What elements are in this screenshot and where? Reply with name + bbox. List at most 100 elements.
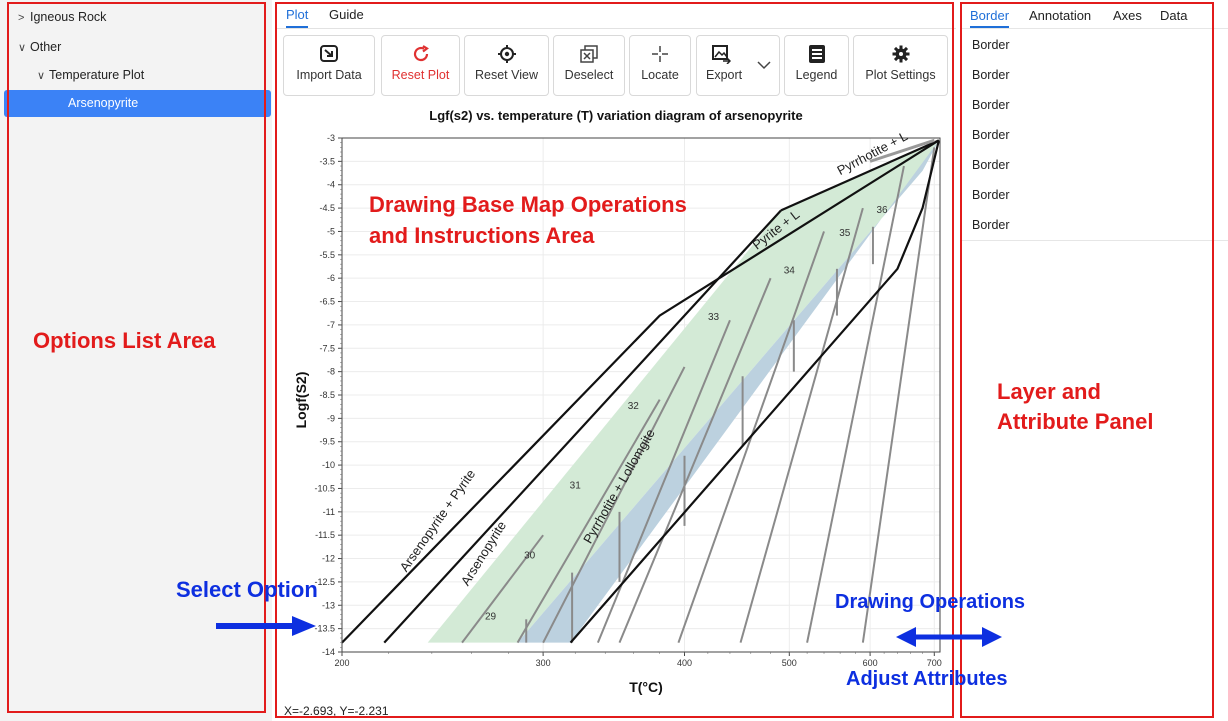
chevron-right-icon: > <box>18 12 25 24</box>
button-label: Export <box>706 68 743 82</box>
isopleth-label: 29 <box>485 611 497 622</box>
layer-item-border[interactable]: Border <box>972 154 1010 176</box>
button-label: Reset Plot <box>391 68 450 82</box>
y-tick-label: -11.5 <box>315 530 335 540</box>
isopleth-label: 30 <box>524 551 536 562</box>
x-tick-label: 700 <box>927 658 942 668</box>
tab-border[interactable]: Border <box>970 0 1010 28</box>
isopleth-label: 36 <box>876 205 888 216</box>
button-label: Reset View <box>475 68 538 82</box>
target-icon <box>497 45 516 63</box>
y-tick-label: -9 <box>327 413 335 423</box>
double-arrow-icon <box>896 627 1002 647</box>
crosshair-icon <box>652 46 668 62</box>
button-label: Deselect <box>564 68 614 82</box>
y-tick-label: -4.5 <box>319 203 335 213</box>
tree-item-label: Arsenopyrite <box>68 96 139 110</box>
x-tick-label: 400 <box>677 658 692 668</box>
adjust-attributes-annotation: Adjust Attributes <box>846 668 1008 690</box>
x-tick-label: 300 <box>536 658 551 668</box>
drawing-area-annotation-line2: and Instructions Area <box>369 223 595 248</box>
gear-icon <box>892 45 909 63</box>
isopleth-label: 33 <box>708 312 720 323</box>
deselect-button[interactable]: Deselect <box>553 35 625 96</box>
plot-settings-button[interactable]: Plot Settings <box>853 35 948 96</box>
y-tick-label: -11 <box>323 507 335 517</box>
isopleth-label: 34 <box>784 266 796 277</box>
y-tick-label: -10 <box>322 460 335 470</box>
tab-data[interactable]: Data <box>1160 0 1187 28</box>
x-tick-label: 600 <box>863 658 878 668</box>
button-label: Plot Settings <box>865 68 936 82</box>
y-tick-label: -6 <box>327 273 335 283</box>
button-label: Import Data <box>296 68 362 82</box>
y-tick-label: -9.5 <box>319 437 335 447</box>
layer-panel-annotation-line1: Layer and <box>997 379 1101 404</box>
y-tick-label: -5 <box>327 226 335 236</box>
layer-panel-annotation-line2: Attribute Panel <box>997 409 1154 434</box>
y-tick-label: -7.5 <box>319 343 335 353</box>
y-tick-label: -3 <box>327 133 335 143</box>
y-tick-label: -4 <box>327 180 335 190</box>
tree-item-label: Other <box>30 40 62 54</box>
layer-item-border[interactable]: Border <box>972 94 1010 116</box>
refresh-icon <box>413 45 429 62</box>
y-axis-label: Logf(S2) <box>293 372 309 429</box>
import-data-button[interactable]: Import Data <box>283 35 375 96</box>
coordinate-readout: X=-2.693, Y=-2.231 <box>284 704 389 718</box>
tab-plot[interactable]: Plot <box>286 0 309 28</box>
export-button[interactable]: Export <box>696 35 780 96</box>
tab-axes[interactable]: Axes <box>1113 0 1142 28</box>
isopleth-label: 31 <box>570 480 582 491</box>
y-tick-label: -13 <box>322 600 335 610</box>
chart-title: Lgf(s2) vs. temperature (T) variation di… <box>429 108 802 123</box>
import-icon <box>320 45 338 62</box>
x-axis-label: T(°C) <box>629 679 663 695</box>
chevron-down-icon[interactable] <box>757 60 771 70</box>
layer-item-border[interactable]: Border <box>972 64 1010 86</box>
y-tick-label: -8.5 <box>319 390 335 400</box>
y-tick-label: -10.5 <box>314 483 335 493</box>
reset-view-button[interactable]: Reset View <box>464 35 549 96</box>
layer-item-border[interactable]: Border <box>972 34 1010 56</box>
layer-item-border[interactable]: Border <box>972 124 1010 146</box>
y-tick-label: -7 <box>327 320 335 330</box>
deselect-icon <box>580 45 598 63</box>
y-tick-label: -12 <box>322 554 335 564</box>
drawing-area-annotation-line1: Drawing Base Map Operations <box>369 192 687 217</box>
legend-button[interactable]: Legend <box>784 35 849 96</box>
tree-item-igneous-rock[interactable]: > Igneous Rock <box>18 6 106 28</box>
tab-guide[interactable]: Guide <box>329 0 364 28</box>
options-list-annotation: Options List Area <box>33 328 216 353</box>
x-tick-label: 500 <box>782 658 797 668</box>
y-tick-label: -14 <box>322 647 335 657</box>
y-tick-label: -5.5 <box>319 250 335 260</box>
drawing-operations-annotation: Drawing Operations <box>835 591 1026 613</box>
isopleth-label: 35 <box>839 228 851 239</box>
chevron-down-icon: ∨ <box>37 70 46 82</box>
y-tick-label: -8 <box>327 367 335 377</box>
button-label: Legend <box>795 68 838 82</box>
reset-plot-button[interactable]: Reset Plot <box>381 35 460 96</box>
options-list-panel: > Igneous Rock ∨ Other ∨ Temperature Plot A… <box>0 0 272 721</box>
select-option-annotation: Select Option <box>176 577 318 602</box>
export-image-icon <box>712 45 731 64</box>
layer-item-border[interactable]: Border <box>972 184 1010 206</box>
legend-icon <box>808 45 825 63</box>
x-tick-label: 200 <box>334 658 349 668</box>
isopleth-label: 32 <box>628 401 640 412</box>
tree-item-temperature-plot[interactable]: ∨ Temperature Plot <box>37 64 144 86</box>
locate-button[interactable]: Locate <box>629 35 691 96</box>
tree-item-label: Temperature Plot <box>49 68 145 82</box>
button-label: Locate <box>641 68 679 82</box>
tree-item-label: Igneous Rock <box>30 10 107 24</box>
y-tick-label: -3.5 <box>319 156 335 166</box>
right-arrow-icon <box>216 616 316 636</box>
tree-item-arsenopyrite[interactable]: Arsenopyrite <box>4 90 271 117</box>
main-tabs: Plot Guide <box>276 0 956 29</box>
y-tick-label: -6.5 <box>319 297 335 307</box>
tab-annotation[interactable]: Annotation <box>1029 0 1091 28</box>
chevron-down-icon: ∨ <box>18 42 27 54</box>
tree-item-other[interactable]: ∨ Other <box>18 36 61 58</box>
layer-item-border[interactable]: Border <box>972 214 1010 236</box>
